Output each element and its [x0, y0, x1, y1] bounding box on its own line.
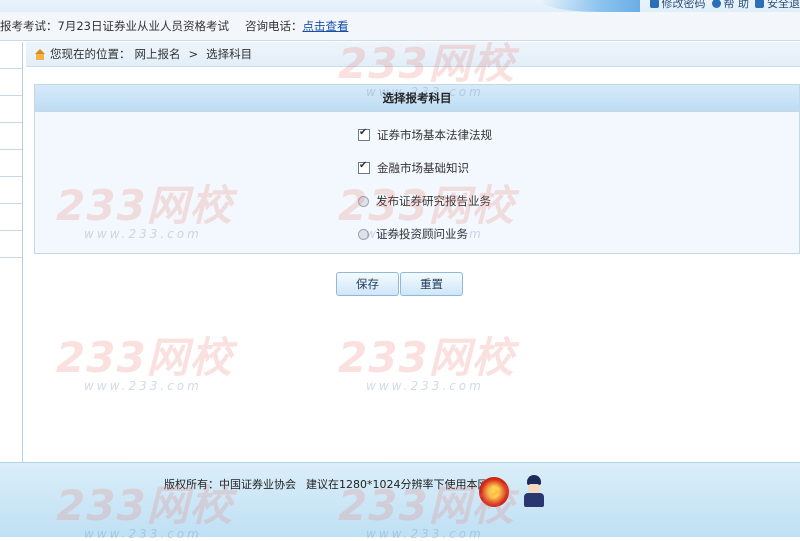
sidebar-item[interactable] — [0, 69, 22, 96]
subject-label: 金融市场基础知识 — [377, 160, 469, 176]
subject-checkbox-finance[interactable] — [358, 162, 370, 174]
breadcrumb-prefix: 您现在的位置： — [50, 46, 131, 62]
top-header: 修改密码 帮 助 安全退 — [0, 0, 800, 12]
subject-radio-advisor[interactable] — [358, 229, 369, 240]
watermark: 233网校www.233.com — [338, 336, 515, 392]
subject-radio-research[interactable] — [358, 196, 369, 207]
help-link[interactable]: 帮 助 — [712, 0, 750, 11]
resolution-recommendation: 建议在1280*1024分辨率下使用本网站 — [306, 476, 500, 492]
save-button[interactable]: 保存 — [336, 272, 399, 296]
subject-option-advisor[interactable]: 证券投资顾问业务 — [358, 226, 468, 242]
panel-title: 选择报考科目 — [35, 85, 799, 112]
copyright-owner: 版权所有：中国证券业协会 — [164, 476, 296, 492]
sidebar-item[interactable] — [0, 42, 22, 69]
police-icon[interactable] — [521, 475, 547, 507]
national-emblem-icon[interactable] — [479, 477, 509, 507]
phone-label: 咨询电话： — [245, 19, 303, 33]
exam-info-text: 报考考试：7月23日证券业从业人员资格考试 — [0, 18, 229, 34]
reset-button[interactable]: 重置 — [400, 272, 463, 296]
phone-info: 咨询电话：点击查看 — [245, 18, 349, 34]
change-password-link[interactable]: 修改密码 — [650, 0, 706, 11]
breadcrumb-online-registration[interactable]: 网上报名 — [135, 46, 181, 62]
exam-info-bar: 报考考试：7月23日证券业从业人员资格考试 咨询电话：点击查看 — [0, 12, 800, 41]
edit-icon — [650, 0, 659, 8]
sidebar-item[interactable] — [0, 96, 22, 123]
breadcrumb: 您现在的位置： 网上报名 > 选择科目 — [26, 42, 800, 67]
sidebar-item[interactable] — [0, 231, 22, 258]
sidebar-item[interactable] — [0, 150, 22, 177]
breadcrumb-separator: > — [189, 47, 199, 61]
footer: 版权所有：中国证券业协会 建议在1280*1024分辨率下使用本网站 — [0, 462, 800, 537]
subject-label: 证券投资顾问业务 — [376, 226, 468, 242]
logout-icon — [755, 0, 764, 8]
help-icon — [712, 0, 721, 8]
copyright-text: 版权所有：中国证券业协会 建议在1280*1024分辨率下使用本网站 — [164, 476, 500, 492]
sidebar-item[interactable] — [0, 123, 22, 150]
header-decoration — [540, 0, 640, 12]
left-sidebar — [0, 42, 23, 462]
watermark: 233网校www.233.com — [56, 336, 233, 392]
subject-option-law[interactable]: 证券市场基本法律法规 — [358, 127, 492, 143]
subject-option-finance[interactable]: 金融市场基础知识 — [358, 160, 469, 176]
home-icon — [34, 49, 46, 60]
subject-selection-panel: 选择报考科目 证券市场基本法律法规 金融市场基础知识 发布证券研究报告业务 证券… — [34, 84, 800, 254]
subject-option-research[interactable]: 发布证券研究报告业务 — [358, 193, 491, 209]
subject-checkbox-law[interactable] — [358, 129, 370, 141]
breadcrumb-current: 选择科目 — [206, 46, 252, 62]
sidebar-item[interactable] — [0, 204, 22, 231]
top-links: 修改密码 帮 助 安全退 — [650, 0, 800, 10]
subject-label: 发布证券研究报告业务 — [376, 193, 491, 209]
sidebar-item[interactable] — [0, 177, 22, 204]
logout-link[interactable]: 安全退 — [755, 0, 800, 11]
subject-label: 证券市场基本法律法规 — [377, 127, 492, 143]
phone-view-link[interactable]: 点击查看 — [302, 19, 348, 33]
